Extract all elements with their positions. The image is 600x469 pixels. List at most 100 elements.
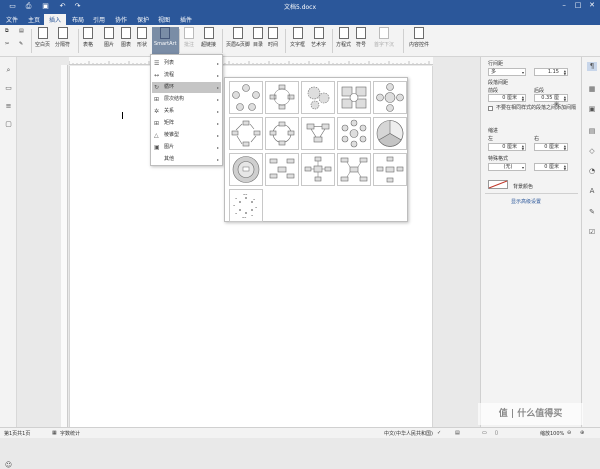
tab-references[interactable]: 引用 <box>93 15 105 24</box>
minimize-button[interactable]: – <box>558 1 570 9</box>
spinner-icon[interactable]: ▲ ▼ <box>564 145 566 151</box>
special-amount-input[interactable]: 0 厘米 ▲ ▼ <box>534 163 568 171</box>
fit-page-icon[interactable]: ▭ <box>482 430 487 436</box>
language-select[interactable]: 中文(中华人民共和国) <box>384 430 433 437</box>
restore-button[interactable]: □ <box>572 1 584 9</box>
layout-basic-cycle-arrows[interactable] <box>229 117 263 150</box>
layout-basic-radial[interactable] <box>373 153 407 186</box>
smartart-button[interactable]: SmartArt <box>152 27 179 54</box>
menu-item-process[interactable]: ↔ 流程 ▸ <box>152 70 221 81</box>
menu-item-matrix[interactable]: ⊞ 矩阵 ▸ <box>152 118 221 129</box>
tab-protect[interactable]: 保护 <box>137 15 149 24</box>
word-count-icon[interactable]: ▦ <box>52 430 57 436</box>
format-painter-icon[interactable]: ✎ <box>19 41 23 47</box>
indent-right-input[interactable]: 0 厘米 ▲ ▼ <box>534 143 568 151</box>
line-spacing-mode-select[interactable]: 多 ▾ <box>488 68 526 76</box>
comment-button[interactable]: 批注 <box>184 27 194 48</box>
after-input[interactable]: 0.35 厘米 ▲ ▼ <box>534 94 568 108</box>
spinner-icon[interactable]: ▲ ▼ <box>564 70 566 76</box>
signature-settings-icon[interactable]: ✎ <box>587 208 597 217</box>
page-break-button[interactable]: 分隔符 <box>55 27 70 48</box>
image-button[interactable]: 图片 <box>104 27 114 48</box>
layout-radial-cluster[interactable]: ▬▬ ▬ ▬ ▬ ▬▬ ▬ ▬ ▬ <box>229 189 263 222</box>
content-control-button[interactable]: 内容控件 <box>409 27 429 48</box>
menu-item-relationship[interactable]: ✲ 关系 ▸ <box>152 106 221 117</box>
datetime-button[interactable]: 时间 <box>268 27 278 48</box>
header-footer-button[interactable]: 页眉&页脚 <box>226 27 250 48</box>
hyperlink-button[interactable]: 超链接 <box>201 27 216 48</box>
advanced-settings-link[interactable]: 显示高级设置 <box>511 198 541 205</box>
textart-button[interactable]: 艺术字 <box>311 27 326 48</box>
tab-insert[interactable]: 插入 <box>44 14 67 25</box>
toc-button[interactable]: 目录 <box>253 27 263 48</box>
menu-item-cycle[interactable]: ↻ 循环 ▸ <box>152 82 221 93</box>
symbol-button[interactable]: 符号 <box>356 27 366 48</box>
layout-gear[interactable] <box>301 81 335 114</box>
image-settings-icon[interactable]: ▣ <box>587 105 597 114</box>
zoom-in-icon[interactable]: ⊕ <box>580 430 584 436</box>
layout-circular-venn[interactable] <box>265 153 299 186</box>
table-settings-icon[interactable]: ▦ <box>587 85 597 94</box>
track-changes-icon[interactable]: ▤ <box>455 430 460 436</box>
textbox-button[interactable]: 文字框 <box>290 27 305 48</box>
paragraph-settings-icon[interactable]: ¶ <box>587 62 597 71</box>
textart-settings-icon[interactable]: A <box>587 187 597 196</box>
layout-continuous-cycle[interactable] <box>265 117 299 150</box>
table-button[interactable]: 表格 <box>83 27 93 48</box>
spinner-icon[interactable]: ▲ ▼ <box>564 96 566 102</box>
menu-item-list[interactable]: ☰ 列表 ▸ <box>152 58 221 69</box>
menu-item-picture[interactable]: ▣ 图片 ▸ <box>152 142 221 153</box>
form-settings-icon[interactable]: ☑ <box>587 228 597 237</box>
spinner-icon[interactable]: ▲ ▼ <box>564 165 566 171</box>
menu-item-other[interactable]: 其他 ▸ <box>152 154 221 165</box>
special-format-select[interactable]: (无) ▾ <box>488 163 526 171</box>
feedback-icon[interactable]: ☺ <box>4 461 13 469</box>
menu-item-hierarchy[interactable]: ⊞ 层次结构 ▸ <box>152 94 221 105</box>
layout-block-radial[interactable] <box>301 153 335 186</box>
layout-block-cycle[interactable] <box>337 117 371 150</box>
equation-button[interactable]: 方程式 <box>336 27 351 48</box>
vertical-ruler[interactable] <box>61 65 68 427</box>
chart-settings-icon[interactable]: ◔ <box>587 167 597 176</box>
layout-radial-cycle[interactable] <box>373 81 407 114</box>
tab-file[interactable]: 文件 <box>6 15 18 24</box>
copy-icon[interactable]: ⧉ <box>5 28 9 34</box>
cut-icon[interactable]: ✂ <box>5 41 9 47</box>
line-spacing-value-input[interactable]: 1.15 ▲ ▼ <box>534 68 568 76</box>
dropcap-button[interactable]: 首字下沉 <box>374 27 394 48</box>
layout-cycle-matrix[interactable] <box>337 81 371 114</box>
horizontal-ruler[interactable] <box>69 57 433 65</box>
spinner-icon[interactable]: ▲ ▼ <box>522 145 524 151</box>
word-count[interactable]: 字数统计 <box>60 430 80 437</box>
indent-left-input[interactable]: 0 厘米 ▲ ▼ <box>488 143 526 151</box>
tab-layout[interactable]: 布局 <box>72 15 84 24</box>
no-spacing-checkbox[interactable] <box>488 106 493 111</box>
paste-icon[interactable]: ▤ <box>19 28 24 34</box>
tab-plugins[interactable]: 插件 <box>180 15 192 24</box>
tab-home[interactable]: 主页 <box>28 15 40 24</box>
tab-collaborate[interactable]: 协作 <box>115 15 127 24</box>
close-button[interactable]: ✕ <box>586 1 598 9</box>
search-icon[interactable]: ⌕ <box>4 66 13 74</box>
tab-view[interactable]: 视图 <box>158 15 170 24</box>
layout-segmented-cycle[interactable] <box>301 117 335 150</box>
fit-width-icon[interactable]: ▯ <box>495 430 498 436</box>
spellcheck-icon[interactable]: ✓ <box>437 430 441 436</box>
background-color-swatch[interactable] <box>488 180 508 189</box>
comments-icon[interactable]: ▭ <box>4 84 13 92</box>
layout-text-cycle[interactable] <box>265 81 299 114</box>
layout-basic-cycle[interactable] <box>229 81 263 114</box>
layout-diverging-radial[interactable] <box>337 153 371 186</box>
layout-multidirectional-cycle[interactable] <box>373 117 407 150</box>
zoom-label[interactable]: 缩放100% <box>540 430 564 437</box>
chart-button[interactable]: 图表 <box>121 27 131 48</box>
chat-icon[interactable]: ▢ <box>4 120 13 128</box>
zoom-out-icon[interactable]: ⊖ <box>567 430 571 436</box>
before-input[interactable]: 0 厘米 ▲ ▼ <box>488 94 526 102</box>
menu-item-pyramid[interactable]: △ 棱锥型 ▸ <box>152 130 221 141</box>
shape-button[interactable]: 形状 <box>137 27 147 48</box>
headings-icon[interactable]: ≡ <box>4 102 13 110</box>
header-settings-icon[interactable]: ▤ <box>587 127 597 136</box>
spinner-icon[interactable]: ▲ ▼ <box>522 96 524 102</box>
blank-page-button[interactable]: 空白页 <box>35 27 50 48</box>
